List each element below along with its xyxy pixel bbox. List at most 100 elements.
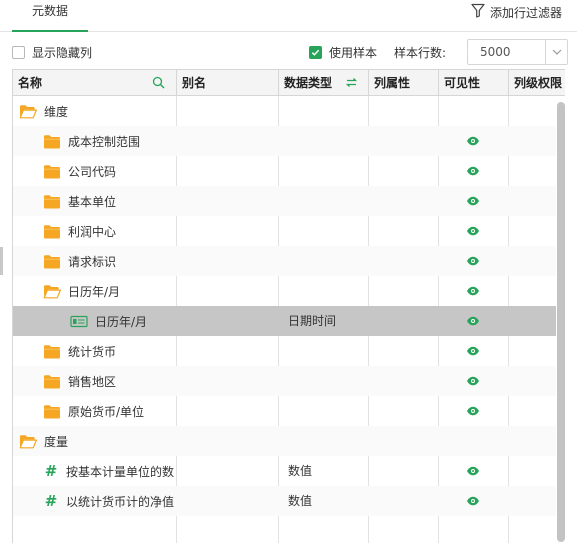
table-row[interactable]: 原始货币/单位 [13, 396, 565, 426]
tab-metadata-label: 元数据 [31, 4, 68, 18]
hash-icon: # [44, 462, 58, 480]
folder-icon [43, 254, 61, 269]
column-header-alias-label: 别名 [182, 76, 207, 90]
visibility-eye-icon[interactable] [466, 464, 480, 478]
row-name-cell: 统计货币 [43, 336, 116, 366]
swap-icon[interactable] [345, 76, 358, 89]
folder-icon [43, 374, 61, 389]
row-name-cell: 日历年/月 [70, 306, 147, 336]
column-header-data-type-label: 数据类型 [284, 76, 333, 90]
visibility-eye-icon[interactable] [466, 284, 480, 298]
table-row[interactable]: 成本控制范围 [13, 126, 565, 156]
table-row[interactable]: 日历年/月 日期时间 [13, 306, 565, 336]
row-name-label: 原始货币/单位 [68, 404, 145, 419]
row-name-cell: 度量 [19, 426, 68, 456]
folder-icon [43, 344, 61, 359]
show-hidden-checkbox-box[interactable] [12, 46, 25, 59]
chevron-down-icon [552, 49, 562, 55]
tab-bar: 元数据 添加行过滤器 [0, 0, 577, 32]
column-header-column-property[interactable]: 列属性 [369, 70, 438, 96]
select-divider [545, 40, 546, 64]
table-row[interactable]: 请求标识 [13, 246, 565, 276]
visibility-eye-icon[interactable] [466, 494, 480, 508]
table-row[interactable]: # 按基本计量单位的数 数值 [13, 456, 565, 486]
use-sample-checkbox[interactable]: 使用样本 [309, 44, 377, 61]
row-name-label: 成本控制范围 [68, 134, 141, 149]
row-name-cell: 日历年/月 [43, 276, 120, 306]
use-sample-checkbox-box[interactable] [309, 46, 322, 59]
row-name-cell: 销售地区 [43, 366, 116, 396]
visibility-eye-icon[interactable] [466, 254, 480, 268]
column-header-name[interactable]: 名称 [13, 70, 176, 96]
sample-rows-value: 5000 [480, 45, 511, 59]
table-row[interactable]: 统计货币 [13, 336, 565, 366]
column-header-column-property-label: 列属性 [374, 76, 411, 90]
row-name-label: 统计货币 [68, 344, 117, 359]
row-name-cell: 利润中心 [43, 216, 116, 246]
row-name-label: 销售地区 [68, 374, 117, 389]
row-name-cell: 成本控制范围 [43, 126, 140, 156]
row-name-cell: 维度 [19, 96, 68, 126]
table-row[interactable]: 度量 [13, 426, 565, 456]
filter-icon [471, 3, 485, 21]
visibility-eye-icon[interactable] [466, 134, 480, 148]
table-row[interactable]: 利润中心 [13, 216, 565, 246]
add-row-filter-button[interactable]: 添加行过滤器 [471, 2, 562, 22]
visibility-eye-icon[interactable] [466, 404, 480, 418]
row-name-label: 公司代码 [68, 164, 117, 179]
column-header-visibility[interactable]: 可见性 [439, 70, 508, 96]
visibility-eye-icon[interactable] [466, 344, 480, 358]
visibility-eye-icon[interactable] [466, 224, 480, 238]
row-data-type: 数值 [288, 464, 313, 478]
table-row[interactable]: 维度 [13, 96, 565, 126]
row-data-type: 日期时间 [288, 314, 337, 328]
table-row[interactable]: # 以统计货币计的净值 数值 [13, 486, 565, 516]
column-header-alias[interactable]: 别名 [177, 70, 278, 96]
grid-header: 名称 别名 数据类型 列属性 可见性 列级权限 [13, 70, 565, 96]
row-name-label: 请求标识 [68, 254, 117, 269]
column-header-visibility-label: 可见性 [444, 76, 481, 90]
metadata-grid: 维度 成本控制范围 公司代码 基本单位 利润中心 请求标识 日历年/月 日历年/月 日期时间 统计… [12, 69, 565, 543]
table-row[interactable]: 公司代码 [13, 156, 565, 186]
row-name-label: 按基本计量单位的数 [66, 464, 175, 479]
hash-icon: # [44, 492, 58, 510]
row-name-cell: 请求标识 [43, 246, 116, 276]
row-name-label: 日历年/月 [95, 314, 148, 329]
folder-icon [43, 224, 61, 239]
tab-metadata[interactable]: 元数据 [12, 0, 88, 32]
row-name-label: 以统计货币计的净值 [66, 494, 175, 509]
row-name-label: 日历年/月 [68, 284, 121, 299]
row-name-cell: # 按基本计量单位的数 [43, 456, 174, 486]
scrollbar-thumb[interactable] [557, 102, 565, 542]
row-name-cell: 原始货币/单位 [43, 396, 144, 426]
sample-rows-select[interactable]: 5000 [467, 39, 568, 65]
visibility-eye-icon[interactable] [466, 194, 480, 208]
folder-icon [43, 134, 61, 149]
row-name-label: 维度 [44, 104, 69, 119]
column-header-column-permission-label: 列级权限 [514, 76, 563, 90]
active-tab-indicator [12, 30, 88, 32]
row-name-label: 度量 [44, 434, 69, 449]
show-hidden-columns-checkbox[interactable]: 显示隐藏列 [12, 44, 92, 61]
column-header-column-permission[interactable]: 列级权限 [509, 70, 565, 96]
visibility-eye-icon[interactable] [466, 374, 480, 388]
panel-resize-handle[interactable] [0, 247, 3, 275]
column-header-data-type[interactable]: 数据类型 [279, 70, 368, 96]
search-icon[interactable] [152, 76, 165, 89]
table-row[interactable]: 基本单位 [13, 186, 565, 216]
use-sample-label: 使用样本 [329, 46, 378, 60]
folder-open-icon [19, 434, 37, 449]
folder-icon [43, 164, 61, 179]
row-data-type: 数值 [288, 494, 313, 508]
row-name-cell: # 以统计货币计的净值 [43, 486, 174, 516]
table-row[interactable]: 日历年/月 [13, 276, 565, 306]
folder-icon [43, 194, 61, 209]
folder-icon [43, 404, 61, 419]
table-row[interactable]: 销售地区 [13, 366, 565, 396]
visibility-eye-icon[interactable] [466, 164, 480, 178]
row-name-cell: 基本单位 [43, 186, 116, 216]
options-bar: 显示隐藏列 使用样本 样本行数: 5000 [0, 37, 577, 67]
visibility-eye-icon[interactable] [466, 314, 480, 328]
check-icon [311, 49, 320, 56]
show-hidden-columns-label: 显示隐藏列 [32, 46, 93, 60]
